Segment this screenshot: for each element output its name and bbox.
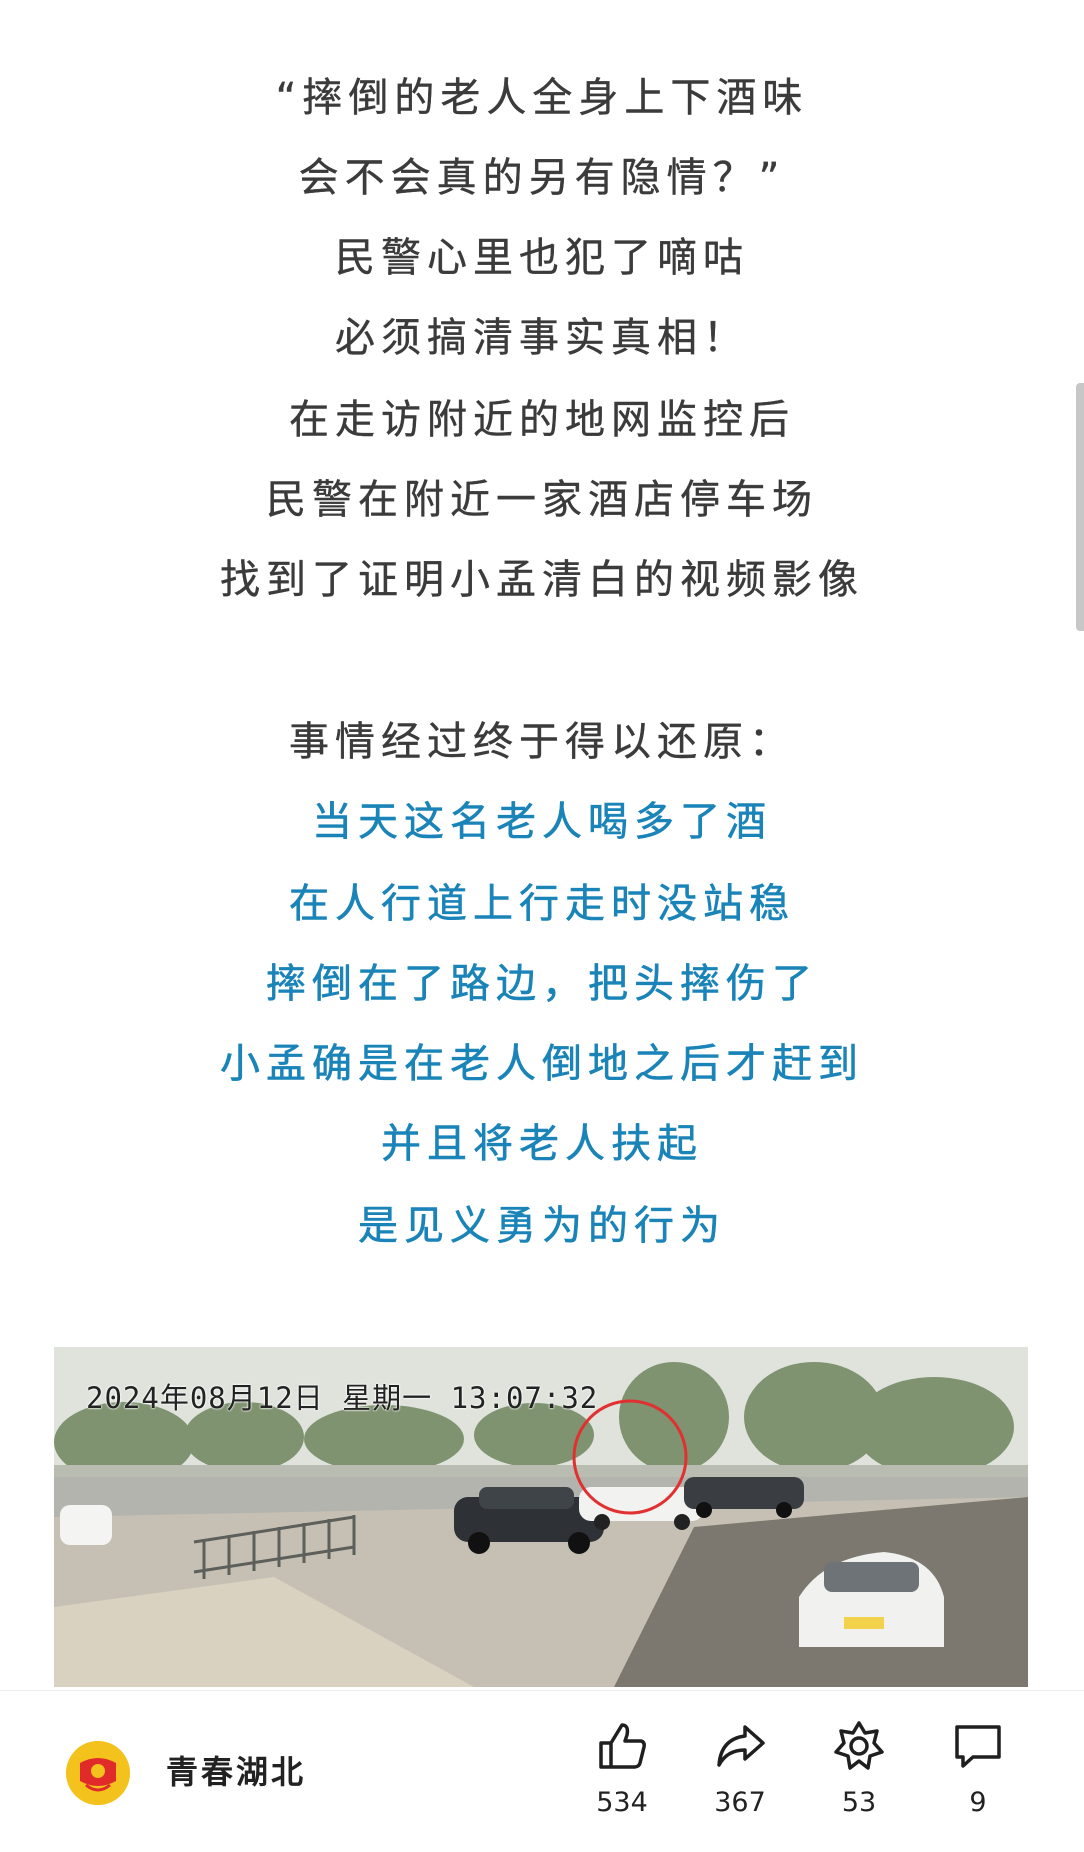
star-outline-icon [834,1721,884,1770]
article-line: 必须搞清事实真相！ [335,315,749,361]
scrollbar-thumb[interactable] [1076,383,1084,631]
like-count: 534 [596,1787,648,1818]
comment-bubble-icon [955,1725,1001,1768]
share-count: 367 [714,1787,766,1818]
article-line-highlight: 当天这名老人喝多了酒 [312,799,772,846]
comment-count: 9 [969,1787,987,1818]
bottom-action-bar: 青春湖北 534 367 53 9 [0,1690,1084,1852]
article-line: 会不会真的另有隐情？” [298,155,786,201]
favorite-button[interactable]: 53 [814,1719,904,1818]
article-line: 事情经过终于得以还原： [289,719,795,765]
article-line-highlight: 小孟确是在老人倒地之后才赶到 [220,1041,864,1088]
share-arrow-icon [717,1725,765,1767]
article-line: “摔倒的老人全身上下酒味 [275,75,809,121]
cctv-timestamp: 2024年08月12日 星期一 13:07:32 [86,1381,599,1415]
article-line: 找到了证明小孟清白的视频影像 [220,557,864,603]
share-button[interactable]: 367 [695,1719,785,1818]
youth-league-emblem-icon[interactable] [66,1741,130,1805]
article-line: 在走访附近的地网监控后 [289,397,795,443]
like-button[interactable]: 534 [577,1719,667,1818]
account-name[interactable]: 青春湖北 [166,1747,306,1793]
article-line: 民警在附近一家酒店停车场 [266,477,818,523]
thumbs-up-icon [599,1723,646,1769]
article-line-highlight: 并且将老人扶起 [381,1121,703,1168]
favorite-count: 53 [841,1787,877,1818]
comment-button[interactable]: 9 [933,1719,1023,1818]
article-line: 民警心里也犯了嘀咕 [335,235,749,281]
article-line-highlight: 是见义勇为的行为 [358,1203,726,1250]
article-line-highlight: 在人行道上行走时没站稳 [289,881,795,928]
article-line-highlight: 摔倒在了路边，把头摔伤了 [266,961,818,1008]
cctv-video-frame[interactable]: 2024年08月12日 星期一 13:07:32 [54,1347,1028,1687]
